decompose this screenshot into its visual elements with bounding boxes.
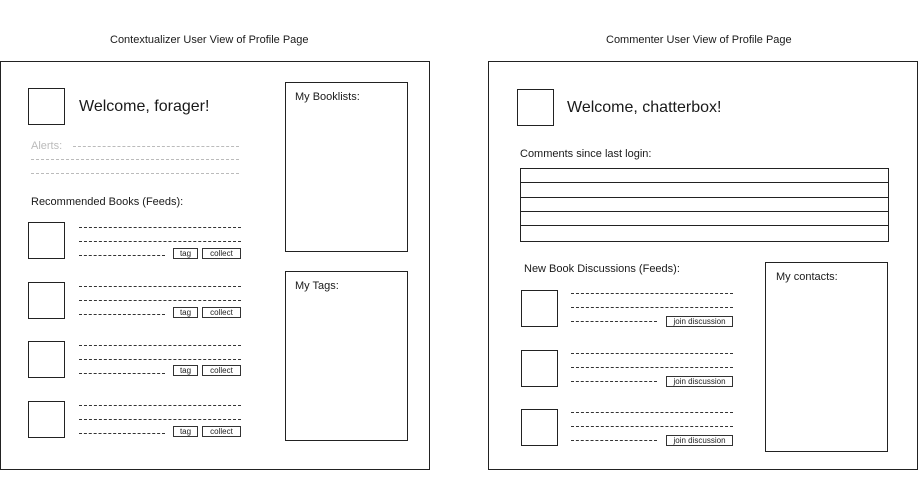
feed-text-line: [79, 241, 241, 242]
welcome-heading: Welcome, chatterbox!: [567, 99, 722, 116]
collect-button[interactable]: collect: [202, 248, 241, 259]
discussion-item: join discussion: [489, 350, 749, 390]
book-thumbnail: [28, 341, 65, 378]
alert-line: [31, 159, 239, 160]
feed-text-line: [79, 419, 241, 420]
join-discussion-button[interactable]: join discussion: [666, 435, 733, 446]
book-thumbnail: [521, 409, 558, 446]
recommended-books-label: Recommended Books (Feeds):: [31, 196, 184, 208]
feed-text-line: [571, 367, 733, 368]
feed-text-line: [571, 353, 733, 354]
feed-item: tag collect: [1, 222, 261, 262]
tag-button[interactable]: tag: [173, 248, 198, 259]
user-avatar: [517, 89, 554, 126]
comments-table: [520, 168, 889, 242]
feed-item: tag collect: [1, 341, 261, 381]
comments-label: Comments since last login:: [520, 148, 652, 160]
welcome-heading: Welcome, forager!: [79, 98, 210, 115]
collect-button[interactable]: collect: [202, 426, 241, 437]
book-thumbnail: [28, 222, 65, 259]
alert-line: [31, 173, 239, 174]
tag-button[interactable]: tag: [173, 307, 198, 318]
booklists-panel: My Booklists:: [285, 82, 408, 252]
book-discussions-label: New Book Discussions (Feeds):: [524, 263, 680, 275]
feed-text-line: [79, 314, 165, 315]
feed-text-line: [571, 321, 657, 322]
booklists-title: My Booklists:: [295, 91, 360, 103]
feed-text-line: [79, 373, 165, 374]
contacts-title: My contacts:: [776, 271, 838, 283]
feed-text-line: [571, 412, 733, 413]
user-avatar: [28, 88, 65, 125]
feed-text-line: [79, 227, 241, 228]
contacts-panel: My contacts:: [765, 262, 888, 452]
book-thumbnail: [28, 282, 65, 319]
feed-text-line: [79, 433, 165, 434]
alerts-label: Alerts:: [31, 140, 63, 152]
feed-text-line: [571, 293, 733, 294]
comment-row[interactable]: [521, 212, 888, 226]
comment-row[interactable]: [521, 169, 888, 183]
feed-text-line: [571, 426, 733, 427]
feed-text-line: [571, 381, 657, 382]
left-caption: Contextualizer User View of Profile Page: [110, 34, 309, 46]
comment-row[interactable]: [521, 183, 888, 198]
feed-text-line: [79, 300, 241, 301]
book-thumbnail: [521, 350, 558, 387]
book-thumbnail: [28, 401, 65, 438]
collect-button[interactable]: collect: [202, 307, 241, 318]
feed-text-line: [79, 359, 241, 360]
book-thumbnail: [521, 290, 558, 327]
feed-text-line: [571, 440, 657, 441]
feed-text-line: [79, 255, 165, 256]
tag-button[interactable]: tag: [173, 426, 198, 437]
alert-line: [73, 146, 239, 147]
tag-button[interactable]: tag: [173, 365, 198, 376]
comment-row[interactable]: [521, 198, 888, 212]
left-profile-frame: Welcome, forager! Alerts: Recommended Bo…: [0, 61, 430, 470]
join-discussion-button[interactable]: join discussion: [666, 376, 733, 387]
discussion-item: join discussion: [489, 409, 749, 449]
discussion-item: join discussion: [489, 290, 749, 330]
feed-text-line: [79, 345, 241, 346]
feed-item: tag collect: [1, 401, 261, 441]
feed-item: tag collect: [1, 282, 261, 322]
tags-panel: My Tags:: [285, 271, 408, 441]
feed-text-line: [79, 405, 241, 406]
feed-text-line: [571, 307, 733, 308]
right-caption: Commenter User View of Profile Page: [606, 34, 792, 46]
collect-button[interactable]: collect: [202, 365, 241, 376]
tags-title: My Tags:: [295, 280, 339, 292]
join-discussion-button[interactable]: join discussion: [666, 316, 733, 327]
right-profile-frame: Welcome, chatterbox! Comments since last…: [488, 61, 918, 470]
comment-row[interactable]: [521, 226, 888, 240]
feed-text-line: [79, 286, 241, 287]
